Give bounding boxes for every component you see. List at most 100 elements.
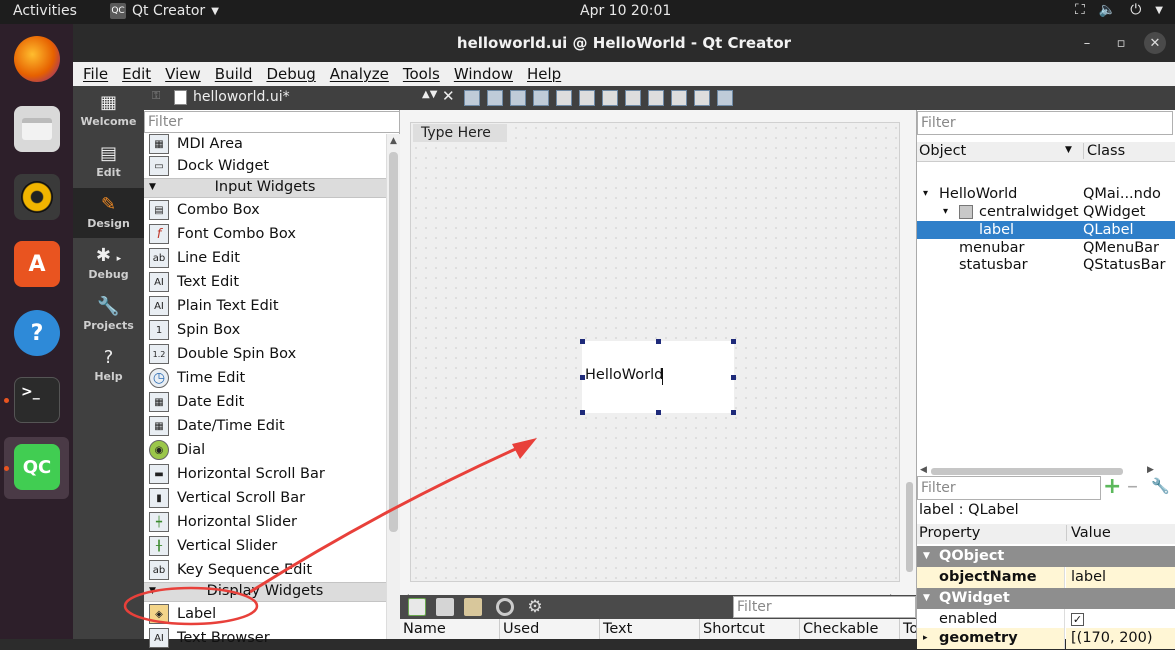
gear-icon[interactable]: ⚙ (526, 598, 544, 616)
widget-filter-input[interactable]: Filter (144, 111, 400, 133)
add-property-icon[interactable]: + (1103, 474, 1121, 499)
tree-row-menubar[interactable]: menubar QMenuBar (917, 239, 1175, 257)
menu-tools[interactable]: Tools (403, 62, 440, 86)
rhythmbox-icon[interactable] (14, 174, 60, 220)
clock[interactable]: Apr 10 20:01 (580, 3, 671, 19)
widget-vertical-scroll-bar[interactable]: ▮ Vertical Scroll Bar (144, 486, 386, 510)
scrollbar-thumb[interactable] (906, 482, 913, 572)
tree-row-label[interactable]: label QLabel (917, 221, 1175, 239)
activities-button[interactable]: Activities (13, 3, 77, 19)
maximize-button[interactable]: ▫ (1110, 32, 1132, 54)
tree-row-statusbar[interactable]: statusbar QStatusBar (917, 256, 1175, 274)
widget-key-sequence-edit[interactable]: ab Key Sequence Edit (144, 558, 386, 582)
column-name[interactable]: Name (400, 619, 500, 639)
mode-edit[interactable]: ▤ Edit (73, 137, 144, 187)
resize-handle[interactable] (580, 410, 585, 415)
widget-dial[interactable]: ◉ Dial (144, 438, 386, 462)
scrollbar-thumb[interactable] (389, 152, 398, 532)
scroll-up-icon[interactable]: ▲ (390, 136, 397, 146)
new-action-icon[interactable] (408, 598, 426, 616)
widget-horizontal-scroll-bar[interactable]: ▬ Horizontal Scroll Bar (144, 462, 386, 486)
menu-view[interactable]: View (165, 62, 201, 86)
tree-row-centralwidget[interactable]: ▾ centralwidget QWidget (917, 203, 1175, 221)
widget-datetime-edit[interactable]: ▦ Date/Time Edit (144, 414, 386, 438)
layout-form-icon[interactable] (648, 90, 664, 106)
chevron-down-icon[interactable]: ▼ (1155, 2, 1163, 18)
menu-edit[interactable]: Edit (122, 62, 151, 86)
resize-handle[interactable] (731, 375, 736, 380)
help-icon[interactable]: ? (14, 310, 60, 356)
menu-file[interactable]: File (83, 62, 108, 86)
menu-help[interactable]: Help (527, 62, 561, 86)
edit-buddies-icon[interactable] (510, 90, 526, 106)
widget-box-scrollbar[interactable]: ▲ (386, 134, 400, 639)
widget-label[interactable]: ◈ Label (144, 602, 386, 626)
menu-analyze[interactable]: Analyze (330, 62, 389, 86)
layout-horizontal-icon[interactable] (556, 90, 572, 106)
terminal-icon[interactable]: >_ (14, 377, 60, 423)
object-filter-input[interactable]: Filter (917, 111, 1173, 135)
mode-design[interactable]: ✎ Design (73, 188, 144, 238)
widget-text-edit[interactable]: AI Text Edit (144, 270, 386, 294)
category-display-widgets[interactable]: ▼ Display Widgets (144, 582, 386, 602)
layout-vertical-icon[interactable] (579, 90, 595, 106)
paste-action-icon[interactable] (464, 598, 482, 616)
network-icon[interactable]: ⛶ (1075, 2, 1085, 18)
widget-mdi-area[interactable]: ▦ MDI Area (144, 134, 386, 154)
mode-debug[interactable]: ✱ ▸ Debug (73, 239, 144, 289)
updown-arrow-icon[interactable]: ▲▼ (422, 89, 437, 100)
action-filter-input[interactable]: Filter (733, 596, 916, 618)
widget-combo-box[interactable]: ▤ Combo Box (144, 198, 386, 222)
column-class[interactable]: Class (1083, 143, 1125, 159)
resize-handle[interactable] (656, 339, 661, 344)
window-titlebar[interactable]: helloworld.ui @ HelloWorld - Qt Creator … (73, 24, 1175, 62)
qtcreator-icon[interactable]: QC (14, 444, 60, 490)
splitter-horizontal-icon[interactable] (602, 90, 618, 106)
scroll-right-icon[interactable]: ▶ (1147, 465, 1154, 475)
tree-row-helloworld[interactable]: ▾ HelloWorld QMai...ndo (917, 185, 1175, 203)
resize-handle[interactable] (580, 339, 585, 344)
column-property[interactable]: Property (919, 525, 980, 541)
column-tooltip[interactable]: To (900, 619, 916, 639)
category-input-widgets[interactable]: ▼ Input Widgets (144, 178, 386, 198)
menu-debug[interactable]: Debug (266, 62, 315, 86)
files-icon[interactable] (14, 106, 60, 152)
scrollbar-thumb[interactable] (931, 468, 1123, 475)
copy-action-icon[interactable] (436, 598, 454, 616)
canvas-vertical-scrollbar[interactable] (903, 110, 915, 593)
menu-type-here[interactable]: Type Here (413, 124, 507, 142)
power-icon[interactable]: ⏻ (1130, 2, 1141, 18)
software-icon[interactable]: A (14, 241, 60, 287)
column-checkable[interactable]: Checkable (800, 619, 900, 639)
delete-action-icon[interactable] (496, 598, 514, 616)
widget-time-edit[interactable]: ◷ Time Edit (144, 366, 386, 390)
mode-projects[interactable]: 🔧 Projects (73, 290, 144, 340)
edit-tab-order-icon[interactable] (533, 90, 549, 106)
adjust-size-icon[interactable] (717, 90, 733, 106)
widget-text-browser[interactable]: AI Text Browser (144, 626, 386, 650)
menu-window[interactable]: Window (454, 62, 513, 86)
resize-handle[interactable] (580, 375, 585, 380)
close-button[interactable]: ✕ (1144, 32, 1166, 54)
resize-handle[interactable] (731, 339, 736, 344)
widget-font-combo-box[interactable]: f Font Combo Box (144, 222, 386, 246)
widget-line-edit[interactable]: ab Line Edit (144, 246, 386, 270)
splitter-vertical-icon[interactable] (625, 90, 641, 106)
expander-icon[interactable]: ▾ (943, 203, 948, 221)
widget-date-edit[interactable]: ▦ Date Edit (144, 390, 386, 414)
resize-handle[interactable] (656, 410, 661, 415)
app-menu[interactable]: QC Qt Creator ▼ (110, 3, 219, 19)
mode-help[interactable]: ? Help (73, 341, 144, 391)
enabled-checkbox[interactable]: ✓ (1071, 613, 1084, 626)
system-tray[interactable]: ⛶ 🔈 ⏻ ▼ (1075, 2, 1163, 18)
menu-build[interactable]: Build (215, 62, 253, 86)
column-object[interactable]: Object (919, 143, 966, 159)
widget-dock-widget[interactable]: ▭ Dock Widget (144, 154, 386, 178)
property-group-qwidget[interactable]: ▼ QWidget (917, 588, 1175, 609)
column-value[interactable]: Value (1066, 525, 1111, 541)
resize-handle[interactable] (731, 410, 736, 415)
main-window-form[interactable]: Type Here HelloWorld (410, 122, 900, 582)
expander-icon[interactable]: ▾ (923, 185, 928, 203)
widget-spin-box[interactable]: 1 Spin Box (144, 318, 386, 342)
column-shortcut[interactable]: Shortcut (700, 619, 800, 639)
